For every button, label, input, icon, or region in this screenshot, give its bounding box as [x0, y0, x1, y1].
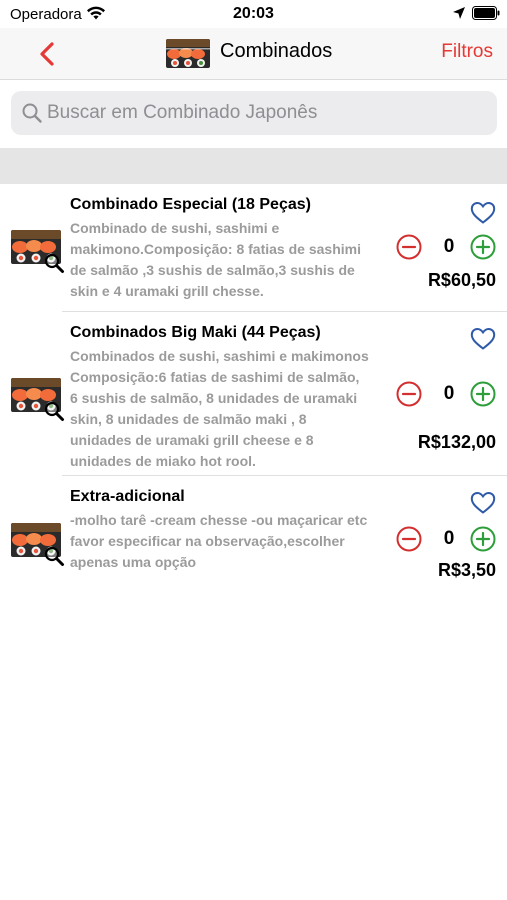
- product-price: R$132,00: [417, 432, 496, 452]
- page-title: Combinados: [220, 40, 333, 62]
- product-row[interactable]: Extra-adicional -molho tarê -cream chess…: [0, 476, 507, 588]
- magnifier-icon: [44, 253, 64, 273]
- category-logo-image: [166, 39, 210, 68]
- heart-icon[interactable]: [470, 327, 496, 351]
- product-thumbnail[interactable]: [11, 378, 64, 421]
- search-field[interactable]: [11, 91, 497, 135]
- heart-icon[interactable]: [470, 491, 496, 515]
- quantity-value: 0: [443, 383, 455, 404]
- product-thumbnail[interactable]: [11, 230, 64, 273]
- product-row[interactable]: Combinados Big Maki (44 Peças) Combinado…: [0, 312, 507, 476]
- product-price: R$60,50: [427, 270, 496, 290]
- minus-circle-icon[interactable]: [396, 234, 422, 260]
- search-bar: [0, 80, 507, 148]
- product-row[interactable]: Combinado Especial (18 Peças) Combinado …: [0, 184, 507, 312]
- product-description: Combinados de sushi, sashimi e makimonos…: [70, 348, 369, 469]
- magnifier-icon: [44, 546, 64, 566]
- product-description: Combinado de sushi, sashimi e makimono.C…: [70, 220, 361, 299]
- product-title: Extra-adicional: [70, 488, 185, 505]
- product-description: -molho tarê -cream chesse -ou maçaricar …: [70, 512, 368, 570]
- product-price: R$3,50: [437, 560, 496, 580]
- magnifier-icon: [44, 401, 64, 421]
- quantity-value: 0: [443, 528, 455, 549]
- minus-circle-icon[interactable]: [396, 526, 422, 552]
- heart-icon[interactable]: [470, 201, 496, 225]
- product-thumbnail[interactable]: [11, 523, 64, 566]
- plus-circle-icon[interactable]: [470, 234, 496, 260]
- search-icon: [22, 103, 42, 123]
- status-bar: Operadora 20:03: [0, 0, 507, 28]
- battery-icon: [472, 6, 500, 20]
- quantity-value: 0: [443, 236, 455, 257]
- nav-bar: Combinados Filtros: [0, 28, 507, 80]
- filters-button[interactable]: Filtros: [441, 41, 493, 63]
- product-title: Combinados Big Maki (44 Peças): [70, 324, 321, 341]
- search-input[interactable]: [47, 91, 487, 135]
- plus-circle-icon[interactable]: [470, 381, 496, 407]
- section-header: [0, 148, 507, 184]
- minus-circle-icon[interactable]: [396, 381, 422, 407]
- back-chevron-icon[interactable]: [34, 38, 62, 70]
- product-title: Combinado Especial (18 Peças): [70, 196, 311, 213]
- plus-circle-icon[interactable]: [470, 526, 496, 552]
- location-arrow-icon: [453, 7, 465, 19]
- clock: 20:03: [233, 5, 274, 22]
